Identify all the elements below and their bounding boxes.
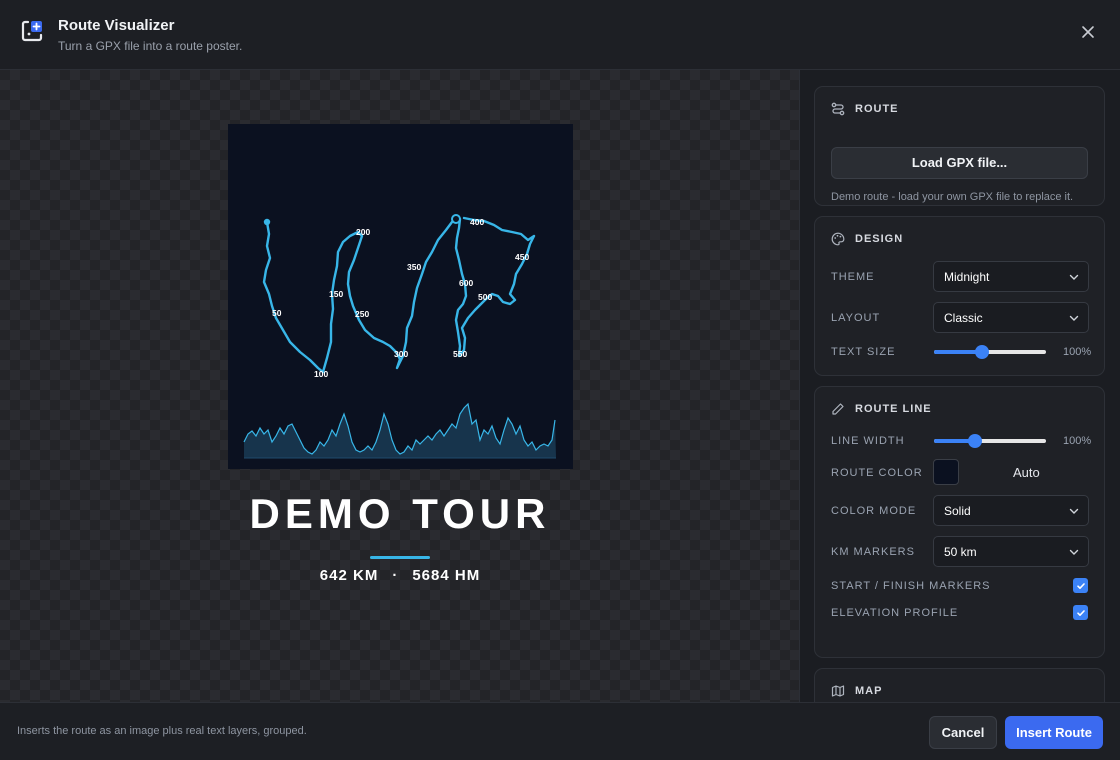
app-subtitle: Turn a GPX file into a route poster. [58,39,243,53]
theme-value: Midnight [944,270,990,284]
slider-thumb[interactable] [975,345,990,359]
km-markers-value: 50 km [944,545,977,559]
chevron-down-icon [1069,315,1079,321]
km-marker: 50 [272,308,282,318]
route-hint: Demo route - load your own GPX file to r… [831,191,1074,203]
km-marker: 400 [470,217,484,227]
elevation-stat: 5684 HM [412,567,481,584]
elevation-profile-checkbox[interactable] [1073,605,1088,620]
km-marker: 550 [453,349,467,359]
checkmark-icon [1076,582,1085,589]
pencil-icon [832,403,844,415]
settings-panel[interactable]: ROUTE Load GPX file... Demo route - load… [800,70,1120,702]
line-width-label: LINE WIDTH [831,435,905,447]
chevron-down-icon [1069,274,1079,280]
km-marker: 600 [459,278,473,288]
text-size-value: 100% [1063,346,1092,358]
color-mode-select[interactable]: Solid [933,495,1089,526]
start-finish-label: START / FINISH MARKERS [831,580,991,592]
poster-divider [370,556,430,559]
start-marker [263,218,271,226]
km-marker: 450 [515,252,529,262]
color-mode-label: COLOR MODE [831,505,917,517]
theme-label: THEME [831,271,875,283]
slider-thumb[interactable] [968,434,983,448]
distance-stat: 642 KM [319,567,379,584]
route-line-card-title: ROUTE LINE [855,403,932,415]
footer-note: Inserts the route as an image plus real … [17,725,307,737]
km-marker: 350 [407,262,421,272]
design-card-title: DESIGN [855,233,904,245]
line-width-slider[interactable] [934,434,1046,448]
km-markers-label: KM MARKERS [831,546,915,558]
poster-canvas: 50 100 150 200 250 300 350 400 450 500 5… [0,70,800,702]
text-size-label: TEXT SIZE [831,346,896,358]
text-size-slider[interactable] [934,345,1046,359]
route-color-value: Auto [1013,465,1040,480]
route-color-label: ROUTE COLOR [831,467,923,479]
chevron-down-icon [1069,549,1079,555]
elevation-profile-fill [244,404,556,458]
close-icon [1082,26,1094,38]
route-card-title: ROUTE [855,103,899,115]
poster-title: DEMO TOUR [249,490,551,537]
start-finish-checkbox[interactable] [1073,578,1088,593]
poster-map: 50 100 150 200 250 300 350 400 450 500 5… [228,124,573,469]
insert-route-button[interactable]: Insert Route [1005,716,1103,749]
cancel-button[interactable]: Cancel [929,716,997,749]
map-icon [831,685,845,697]
palette-icon [831,232,845,246]
map-card: MAP [814,668,1105,702]
load-gpx-button[interactable]: Load GPX file... [831,147,1088,179]
layout-value: Classic [944,311,983,325]
stats-separator: · [392,567,399,584]
route-logo-icon [21,20,43,42]
checkmark-icon [1076,609,1085,616]
dialog-header: Route Visualizer Turn a GPX file into a … [0,0,1120,70]
km-marker: 150 [329,289,343,299]
elevation-profile-label: ELEVATION PROFILE [831,607,959,619]
km-marker: 250 [355,309,369,319]
color-mode-value: Solid [944,504,971,518]
route-color-swatch[interactable] [933,459,959,485]
poster-stats: 642 KM · 5684 HM [200,567,600,584]
app-title: Route Visualizer [58,17,175,34]
layout-label: LAYOUT [831,312,881,324]
finish-marker [451,214,461,224]
km-marker: 100 [314,369,328,379]
route-icon [831,102,845,116]
km-marker: 200 [356,227,370,237]
map-card-title: MAP [855,685,883,697]
close-button[interactable] [1076,20,1100,44]
route-line-card: ROUTE LINE LINE WIDTH 100% ROUTE COLOR A… [814,386,1105,658]
design-card: DESIGN THEME Midnight LAYOUT Classic TEX… [814,216,1105,376]
chevron-down-icon [1069,508,1079,514]
km-markers-select[interactable]: 50 km [933,536,1089,567]
dialog-footer: Inserts the route as an image plus real … [0,702,1120,760]
km-marker: 500 [478,292,492,302]
km-marker: 300 [394,349,408,359]
route-card: ROUTE Load GPX file... Demo route - load… [814,86,1105,206]
line-width-value: 100% [1063,435,1092,447]
theme-select[interactable]: Midnight [933,261,1089,292]
route-map-svg: 50 100 150 200 250 300 350 400 450 500 5… [243,214,556,459]
layout-select[interactable]: Classic [933,302,1089,333]
